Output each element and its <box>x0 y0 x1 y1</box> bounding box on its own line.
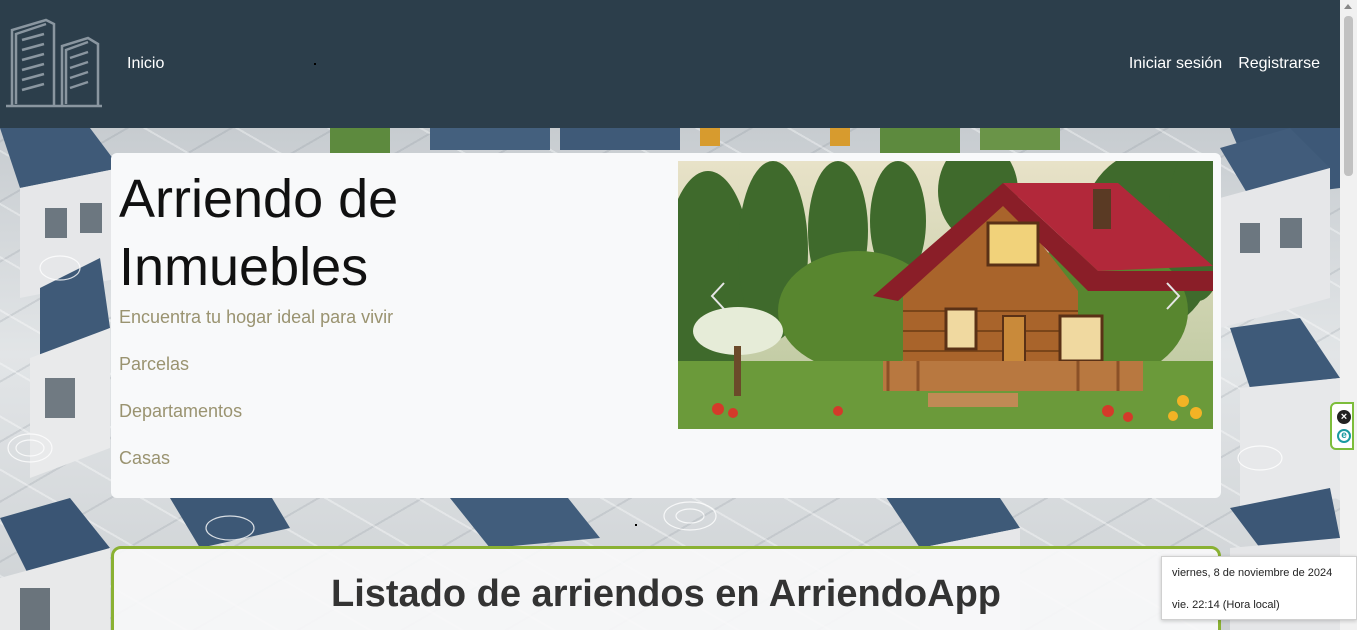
extension-side-widget: × e <box>1330 402 1354 450</box>
login-link[interactable]: Iniciar sesión <box>1129 55 1222 73</box>
close-icon[interactable]: × <box>1337 410 1351 424</box>
category-link-parcelas[interactable]: Parcelas <box>119 353 393 400</box>
scrollbar-thumb[interactable] <box>1344 16 1353 176</box>
hero-title: Arriendo de Inmuebles <box>119 169 399 297</box>
image-carousel <box>678 161 1213 429</box>
clock-tooltip: viernes, 8 de noviembre de 2024 vie. 22:… <box>1161 556 1357 620</box>
hero-category-list: Encuentra tu hogar ideal para vivir Parc… <box>119 306 393 494</box>
buildings-logo-icon[interactable] <box>4 18 104 110</box>
listing-section: Listado de arriendos en ArriendoApp <box>111 546 1221 630</box>
nav-auth-links: Iniciar sesión Registrarse <box>1129 55 1320 73</box>
page-artifact-dot <box>635 524 637 526</box>
chevron-right-icon <box>1166 282 1181 310</box>
register-link[interactable]: Registrarse <box>1238 55 1320 73</box>
nav-home-link[interactable]: Inicio <box>127 55 164 73</box>
scroll-up-arrow-icon[interactable] <box>1344 4 1352 9</box>
e-extension-icon[interactable]: e <box>1337 429 1351 443</box>
listing-title: Listado de arriendos en ArriendoApp <box>330 573 1001 615</box>
carousel-prev-button[interactable] <box>704 279 734 313</box>
page-scrollbar[interactable] <box>1340 0 1357 630</box>
clock-time: vie. 22:14 (Hora local) <box>1172 599 1280 611</box>
chevron-left-icon <box>710 282 725 310</box>
navbar: Inicio Iniciar sesión Registrarse <box>0 0 1340 128</box>
hero-subtitle: Encuentra tu hogar ideal para vivir <box>119 307 394 327</box>
clock-date: viernes, 8 de noviembre de 2024 <box>1172 567 1333 579</box>
carousel-next-button[interactable] <box>1157 279 1187 313</box>
category-link-casas[interactable]: Casas <box>119 447 393 494</box>
hero-card: Arriendo de Inmuebles Encuentra tu hogar… <box>111 153 1221 498</box>
carousel-cabin-image <box>678 161 1213 429</box>
nav-artifact-dot <box>314 63 316 65</box>
category-link-departamentos[interactable]: Departamentos <box>119 400 393 447</box>
